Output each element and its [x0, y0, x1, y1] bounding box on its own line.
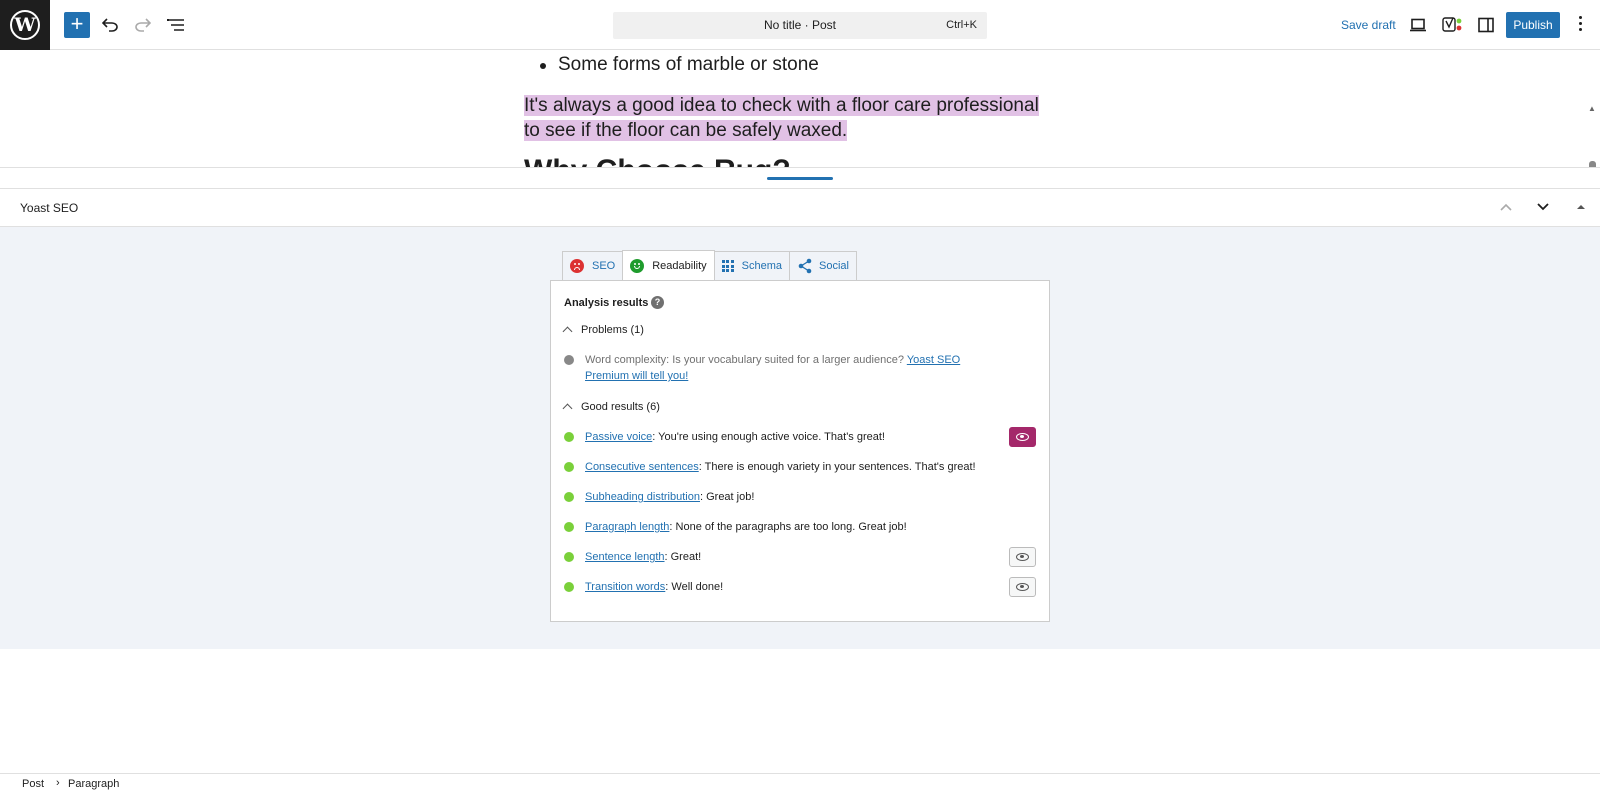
list-view-icon — [167, 19, 184, 31]
caret-up-icon — [1577, 205, 1585, 209]
sentence-length-link[interactable]: Sentence length — [585, 551, 665, 563]
help-icon[interactable]: ? — [651, 296, 664, 309]
result-text: Sentence length: Great! — [585, 551, 702, 563]
breadcrumb-post[interactable]: Post — [22, 778, 44, 790]
yoast-metabox-header: Yoast SEO — [0, 189, 1600, 227]
result-text: Consecutive sentences: There is enough v… — [585, 461, 976, 473]
eye-icon — [1016, 583, 1029, 591]
command-palette-bar[interactable]: No title · Post Ctrl+K — [613, 12, 987, 39]
shortcut-hint: Ctrl+K — [946, 19, 977, 31]
status-dot — [564, 462, 574, 472]
highlight-passive-voice-button[interactable] — [1009, 427, 1036, 447]
document-title: No title · Post — [763, 18, 837, 32]
result-text: Transition words: Well done! — [585, 581, 724, 593]
tab-label: Schema — [741, 260, 783, 272]
paragraph-block[interactable]: It's always a good idea to check with a … — [524, 93, 1044, 143]
status-dot — [564, 492, 574, 502]
share-icon — [798, 258, 812, 274]
move-up-button[interactable] — [1499, 199, 1519, 217]
sad-face-icon — [570, 259, 584, 273]
chevron-up-icon — [562, 403, 573, 414]
meta-box-resize-bar — [0, 168, 1600, 189]
document-overview-button[interactable] — [163, 12, 189, 38]
problems-toggle[interactable]: Problems (1) — [562, 324, 644, 337]
grid-icon — [721, 260, 734, 272]
consecutive-sentences-link[interactable]: Consecutive sentences — [585, 461, 699, 473]
good-results-heading: Good results (6) — [581, 401, 660, 413]
breadcrumb-paragraph[interactable]: Paragraph — [68, 778, 119, 790]
transition-words-link[interactable]: Transition words — [585, 581, 665, 593]
heading-block[interactable]: Why Choose Rug? — [524, 154, 791, 167]
highlight-sentence-length-button[interactable] — [1009, 547, 1036, 567]
settings-sidebar-button[interactable] — [1473, 12, 1499, 38]
paragraph-text: It's always a good idea to check with a … — [524, 95, 1039, 141]
redo-button[interactable] — [130, 12, 156, 38]
undo-button[interactable] — [97, 12, 123, 38]
breadcrumb-separator: › — [56, 777, 60, 789]
status-dot — [564, 552, 574, 562]
editor-toolbar: W + No title · Post Ctrl+K Save draft Pu… — [0, 0, 1600, 50]
tab-label: Social — [819, 260, 849, 272]
move-down-button[interactable] — [1536, 199, 1556, 217]
tab-social[interactable]: Social — [789, 251, 857, 280]
preview-button[interactable] — [1405, 12, 1431, 38]
analysis-title: Analysis results — [564, 297, 649, 309]
list-bullet — [540, 63, 546, 69]
problems-heading: Problems (1) — [581, 324, 644, 336]
yoast-sidebar-button[interactable] — [1440, 12, 1466, 38]
status-dot — [564, 582, 574, 592]
undo-icon — [102, 18, 118, 32]
subheading-distribution-link[interactable]: Subheading distribution — [585, 491, 700, 503]
preview-device-icon — [1410, 18, 1426, 32]
eye-icon — [1016, 553, 1029, 561]
options-icon — [1575, 16, 1585, 31]
status-dot — [564, 432, 574, 442]
result-text: Word complexity: Is your vocabulary suit… — [585, 354, 961, 382]
result-text: Subheading distribution: Great job! — [585, 491, 755, 503]
publish-button[interactable]: Publish — [1506, 12, 1560, 38]
smiley-face-icon — [630, 258, 645, 273]
eye-icon — [1016, 433, 1029, 441]
options-button[interactable] — [1575, 14, 1585, 36]
status-dot — [564, 522, 574, 532]
collapse-panel-button[interactable] — [1576, 199, 1596, 217]
list-item-block[interactable]: Some forms of marble or stone — [558, 54, 819, 76]
tab-label: SEO — [592, 260, 616, 272]
wordpress-logo-icon: W — [10, 10, 40, 40]
add-block-button[interactable]: + — [64, 12, 90, 38]
metabox-title: Yoast SEO — [20, 201, 79, 215]
scroll-up-arrow[interactable]: ▲ — [1588, 104, 1596, 113]
passive-voice-link[interactable]: Passive voice — [585, 431, 652, 443]
result-text: Paragraph length: None of the paragraphs… — [585, 521, 907, 533]
sidebar-toggle-icon — [1478, 17, 1494, 33]
paragraph-length-link[interactable]: Paragraph length — [585, 521, 669, 533]
chevron-up-icon — [1500, 203, 1512, 211]
chevron-up-icon — [562, 326, 573, 337]
chevron-down-icon — [1537, 203, 1549, 211]
yoast-icon — [1442, 17, 1462, 32]
editor-scrollbar[interactable] — [1589, 161, 1596, 167]
highlight-transition-words-button[interactable] — [1009, 577, 1036, 597]
tab-schema[interactable]: Schema — [713, 251, 791, 280]
tab-readability[interactable]: Readability — [622, 250, 715, 280]
analysis-results-panel: Analysis results ? Problems (1) Word com… — [550, 280, 1050, 622]
redo-icon — [135, 18, 151, 32]
result-text: Passive voice: You're using enough activ… — [585, 431, 885, 443]
wordpress-logo-button[interactable]: W — [0, 0, 50, 50]
tab-seo[interactable]: SEO — [562, 251, 624, 280]
yoast-tabs: SEO Readability Schema Social — [562, 250, 857, 280]
breadcrumb: Post › Paragraph — [0, 773, 1600, 794]
good-results-toggle[interactable]: Good results (6) — [562, 401, 660, 414]
resize-handle[interactable] — [767, 177, 833, 180]
status-dot — [564, 355, 574, 365]
editor-canvas[interactable]: Some forms of marble or stone It's alway… — [0, 50, 1600, 168]
save-draft-button[interactable]: Save draft — [1341, 18, 1396, 32]
tab-label: Readability — [652, 259, 707, 272]
